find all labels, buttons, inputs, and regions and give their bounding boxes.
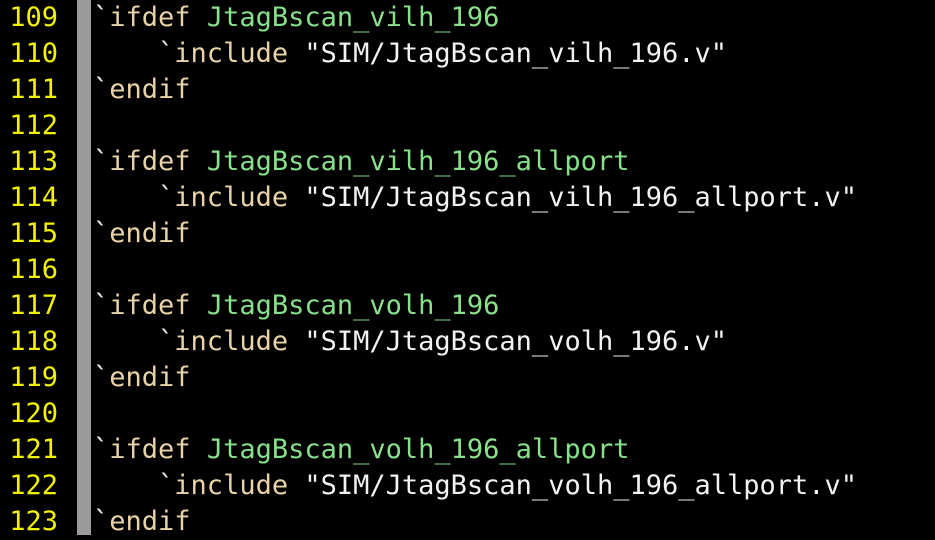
directive-keyword: include	[174, 182, 289, 213]
macro-identifier: JtagBscan_volh_196_allport	[206, 434, 630, 465]
directive-keyword: ifdef	[109, 2, 191, 33]
line-number: 109	[9, 2, 58, 33]
code-line[interactable]: `ifdef JtagBscan_volh_196_allport	[91, 432, 935, 468]
code-line[interactable]	[91, 396, 935, 432]
code-line[interactable]: `endif	[91, 360, 935, 396]
directive-keyword: ifdef	[109, 290, 191, 321]
directive-keyword: endif	[109, 218, 191, 249]
directive-backtick: `	[93, 2, 110, 33]
directive-keyword: include	[174, 38, 289, 69]
directive-backtick: `	[93, 362, 110, 393]
line-number: 120	[9, 398, 58, 429]
code-line[interactable]: `include "SIM/JtagBscan_volh_196_allport…	[91, 468, 935, 504]
directive-keyword: ifdef	[109, 146, 191, 177]
directive-backtick: `	[158, 326, 175, 357]
line-number-gutter: 109 110 111 112 113 114 115 116 117 118 119 120 121 1…	[0, 0, 74, 537]
line-number: 121	[9, 434, 58, 465]
directive-backtick: `	[93, 146, 110, 177]
directive-backtick: `	[93, 434, 110, 465]
line-number: 115	[9, 218, 58, 249]
macro-identifier: JtagBscan_vilh_196	[206, 2, 500, 33]
line-number: 114	[9, 182, 58, 213]
macro-identifier: JtagBscan_volh_196	[206, 290, 500, 321]
directive-backtick: `	[93, 74, 110, 105]
directive-keyword: endif	[109, 362, 191, 393]
code-area[interactable]: `ifdef JtagBscan_vilh_196 `include "SIM/…	[91, 0, 935, 537]
code-line[interactable]	[91, 252, 935, 288]
directive-backtick: `	[158, 470, 175, 501]
line-number: 111	[9, 74, 58, 105]
line-number: 116	[9, 254, 58, 285]
directive-backtick: `	[93, 290, 110, 321]
include-path-string: "SIM/JtagBscan_volh_196_allport.v"	[304, 470, 858, 501]
code-line[interactable]	[91, 108, 935, 144]
line-number: 110	[9, 38, 58, 69]
directive-keyword: include	[174, 326, 289, 357]
line-number: 117	[9, 290, 58, 321]
code-line[interactable]: `ifdef JtagBscan_vilh_196_allport	[91, 144, 935, 180]
include-path-string: "SIM/JtagBscan_volh_196.v"	[304, 326, 727, 357]
line-number: 112	[9, 110, 58, 141]
directive-backtick: `	[93, 218, 110, 249]
include-path-string: "SIM/JtagBscan_vilh_196.v"	[304, 38, 727, 69]
line-number: 113	[9, 146, 58, 177]
code-line[interactable]: `include "SIM/JtagBscan_vilh_196_allport…	[91, 180, 935, 216]
code-line[interactable]: `ifdef JtagBscan_vilh_196	[91, 0, 935, 36]
directive-keyword: endif	[109, 74, 191, 105]
directive-keyword: include	[174, 470, 289, 501]
directive-backtick: `	[158, 182, 175, 213]
macro-identifier: JtagBscan_vilh_196_allport	[206, 146, 630, 177]
line-number: 122	[9, 470, 58, 501]
code-line[interactable]: `endif	[91, 72, 935, 108]
line-number: 119	[9, 362, 58, 393]
directive-backtick: `	[93, 506, 110, 537]
directive-backtick: `	[158, 38, 175, 69]
directive-keyword: ifdef	[109, 434, 191, 465]
line-number: 118	[9, 326, 58, 357]
fold-column[interactable]	[77, 0, 91, 535]
include-path-string: "SIM/JtagBscan_vilh_196_allport.v"	[304, 182, 858, 213]
code-editor[interactable]: 109 110 111 112 113 114 115 116 117 118 119 120 121 1…	[0, 0, 935, 537]
directive-keyword: endif	[109, 506, 191, 537]
code-line[interactable]: `include "SIM/JtagBscan_vilh_196.v"	[91, 36, 935, 72]
code-line[interactable]: `include "SIM/JtagBscan_volh_196.v"	[91, 324, 935, 360]
code-line[interactable]: `ifdef JtagBscan_volh_196	[91, 288, 935, 324]
code-line[interactable]: `endif	[91, 216, 935, 252]
